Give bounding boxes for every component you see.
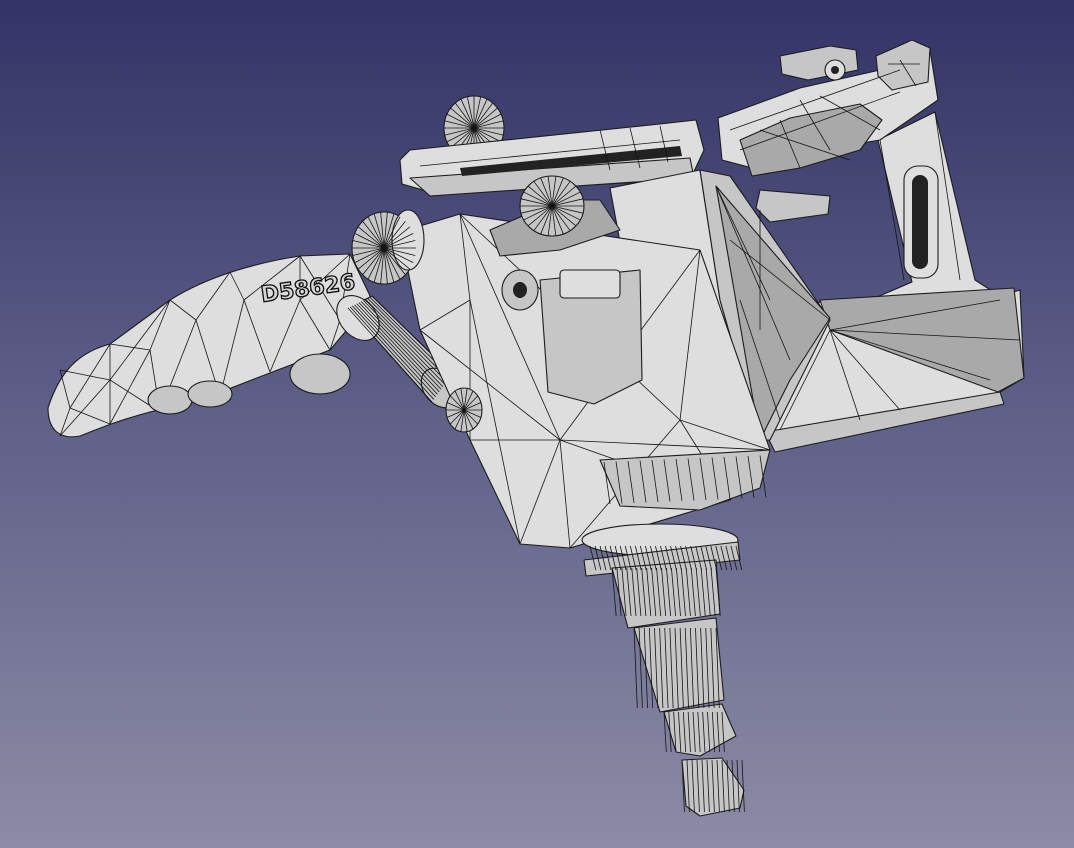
lever-arm: D58626 [47, 253, 373, 438]
output-shaft [581, 523, 745, 817]
bottom-collar [599, 449, 771, 511]
3d-model[interactable]: D58626 [0, 0, 1074, 848]
3d-viewport[interactable]: D58626 [0, 0, 1074, 848]
